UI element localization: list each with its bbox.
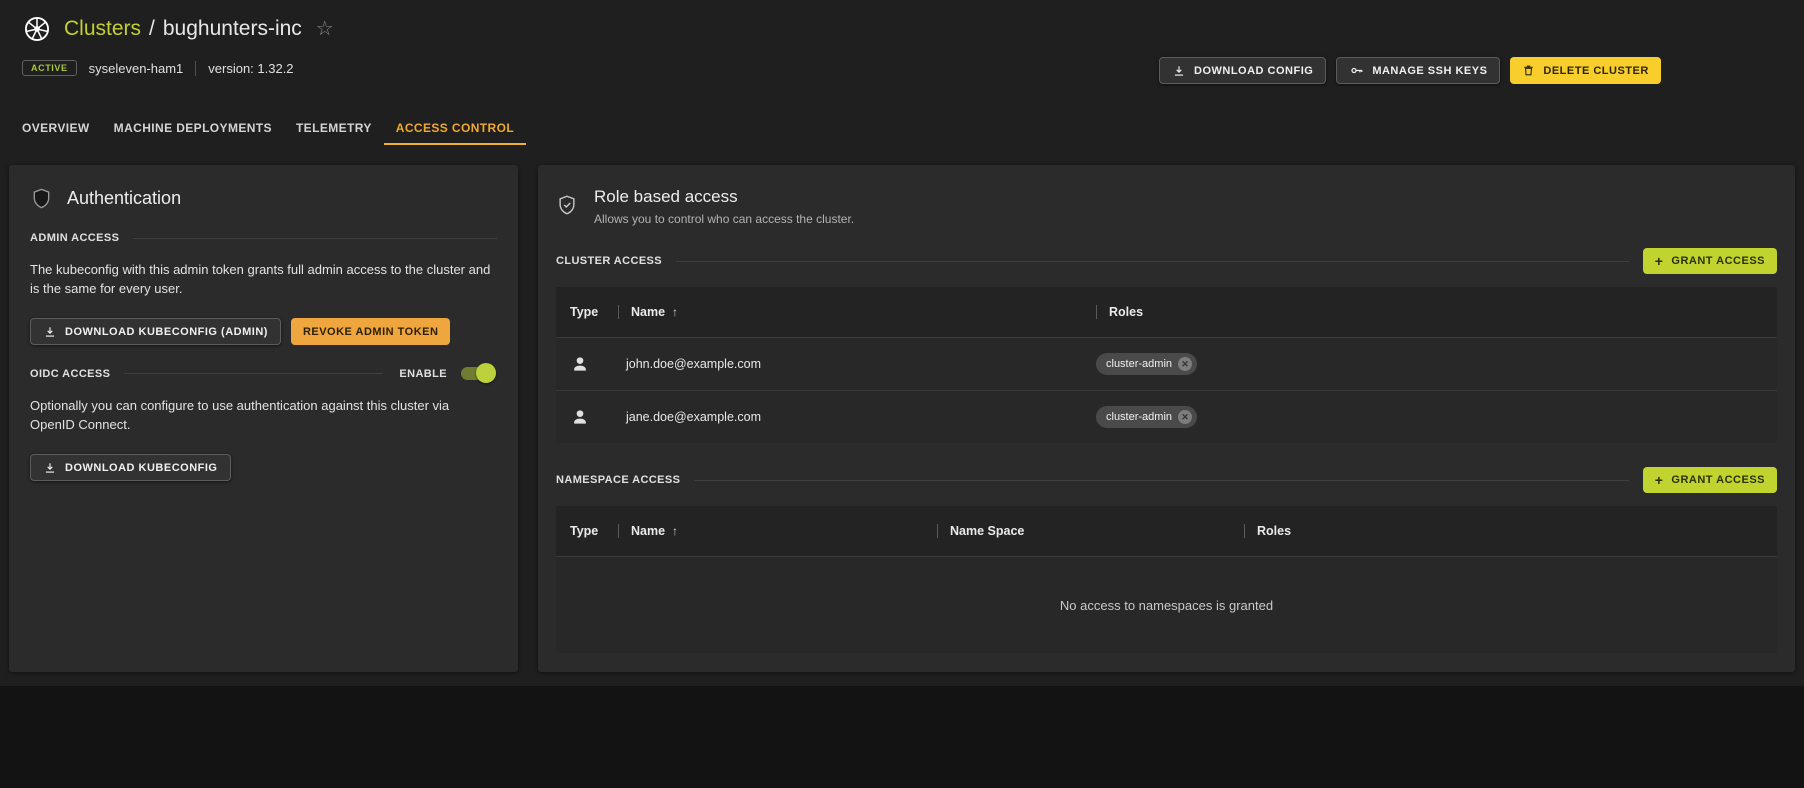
rbac-shield-icon (556, 194, 578, 216)
grant-namespace-access-button[interactable]: + GRANT ACCESS (1642, 467, 1777, 493)
cluster-name: bughunters-inc (162, 17, 302, 40)
column-header-namespace: Name Space (937, 524, 1244, 538)
namespace-access-table: Type Name ↑ Name Space Roles No access t… (556, 506, 1777, 653)
column-divider (1096, 305, 1097, 319)
breadcrumb: Clusters / bughunters-inc (64, 17, 302, 41)
oidc-enable-toggle[interactable] (461, 363, 496, 383)
user-icon (570, 354, 590, 374)
grant-cluster-access-button[interactable]: + GRANT ACCESS (1642, 248, 1777, 274)
download-config-label: DOWNLOAD CONFIG (1194, 64, 1314, 77)
column-header-name-label: Name (631, 305, 666, 319)
role-chip-label: cluster-admin (1106, 358, 1173, 370)
download-config-button[interactable]: DOWNLOAD CONFIG (1159, 57, 1327, 84)
column-divider (618, 524, 619, 538)
access-user-name: jane.doe@example.com (626, 410, 761, 424)
tab-bar: OVERVIEW MACHINE DEPLOYMENTS TELEMETRY A… (10, 112, 527, 145)
delete-cluster-label: DELETE CLUSTER (1543, 64, 1649, 77)
authentication-title: Authentication (67, 188, 182, 208)
delete-cluster-button[interactable]: DELETE CLUSTER (1510, 57, 1661, 84)
rbac-subtitle: Allows you to control who can access the… (594, 212, 855, 226)
breadcrumb-clusters-link[interactable]: Clusters (64, 17, 141, 41)
manage-ssh-keys-button[interactable]: MANAGE SSH KEYS (1336, 57, 1501, 84)
section-divider (133, 237, 497, 239)
download-icon (1172, 64, 1186, 78)
header-actions: DOWNLOAD CONFIG MANAGE SSH KEYS DELETE C… (1159, 57, 1661, 84)
tab-access-control[interactable]: ACCESS CONTROL (383, 112, 527, 145)
tab-machine-deployments[interactable]: MACHINE DEPLOYMENTS (102, 112, 284, 145)
column-header-type: Type (570, 305, 599, 319)
role-based-access-panel: Role based access Allows you to control … (538, 165, 1795, 672)
column-divider (1244, 524, 1245, 538)
remove-role-icon[interactable]: ✕ (1178, 410, 1193, 424)
authentication-panel: Authentication ADMIN ACCESS The kubeconf… (9, 165, 518, 672)
section-divider (124, 373, 384, 374)
column-header-roles: Roles (1244, 524, 1777, 538)
column-header-name[interactable]: Name ↑ (618, 305, 1096, 319)
download-icon (43, 325, 57, 339)
authentication-shield-icon (30, 187, 53, 210)
breadcrumb-separator: / (149, 17, 155, 40)
namespace-access-label: NAMESPACE ACCESS (556, 474, 681, 486)
column-header-namespace-label: Name Space (950, 524, 1025, 538)
column-header-type: Type (570, 524, 599, 538)
page-header: Clusters / bughunters-inc ☆ ACTIVE sysel… (22, 14, 334, 76)
column-header-roles-label: Roles (1257, 524, 1292, 538)
role-chip-label: cluster-admin (1106, 411, 1173, 423)
oidc-access-description: Optionally you can configure to use auth… (30, 398, 450, 432)
section-divider (694, 479, 1629, 481)
oidc-access-label: OIDC ACCESS (30, 367, 111, 380)
download-kubeconfig-admin-button[interactable]: DOWNLOAD KUBECONFIG (ADMIN) (30, 318, 281, 345)
table-header-row: Type Name ↑ Name Space Roles (556, 506, 1777, 556)
key-icon (1349, 63, 1364, 78)
cluster-access-table: Type Name ↑ Roles john.doe@example.com c… (556, 287, 1777, 443)
revoke-admin-token-label: REVOKE ADMIN TOKEN (302, 325, 439, 338)
user-icon (570, 407, 590, 427)
download-icon (43, 461, 57, 475)
table-row: jane.doe@example.com cluster-admin ✕ (556, 390, 1777, 443)
section-divider (676, 260, 1629, 262)
kubernetes-logo-icon (22, 14, 52, 44)
download-kubeconfig-admin-label: DOWNLOAD KUBECONFIG (ADMIN) (65, 325, 268, 338)
tab-telemetry[interactable]: TELEMETRY (284, 112, 384, 145)
version-label: version: 1.32.2 (208, 60, 294, 76)
rbac-title: Role based access (594, 187, 738, 206)
role-chip: cluster-admin ✕ (1096, 406, 1198, 428)
oidc-enable-label: ENABLE (399, 367, 447, 380)
table-header-row: Type Name ↑ Roles (556, 287, 1777, 337)
plus-icon: + (1654, 253, 1664, 269)
admin-access-label: ADMIN ACCESS (30, 232, 120, 244)
column-header-roles: Roles (1096, 305, 1777, 319)
access-user-name: john.doe@example.com (626, 357, 761, 371)
download-kubeconfig-label: DOWNLOAD KUBECONFIG (65, 461, 218, 474)
grant-cluster-access-label: GRANT ACCESS (1671, 255, 1765, 267)
favorite-star-icon[interactable]: ☆ (316, 19, 334, 39)
admin-access-description: The kubeconfig with this admin token gra… (30, 262, 491, 296)
datacenter-label: syseleven-ham1 (88, 60, 184, 76)
column-divider (937, 524, 938, 538)
trash-icon (1522, 64, 1535, 77)
grant-namespace-access-label: GRANT ACCESS (1671, 474, 1765, 486)
cluster-access-label: CLUSTER ACCESS (556, 255, 663, 267)
column-header-roles-label: Roles (1109, 305, 1144, 319)
plus-icon: + (1654, 472, 1664, 488)
column-divider (618, 305, 619, 319)
manage-ssh-keys-label: MANAGE SSH KEYS (1372, 64, 1488, 77)
table-row: john.doe@example.com cluster-admin ✕ (556, 337, 1777, 390)
namespace-access-empty-state: No access to namespaces is granted (556, 556, 1777, 653)
tab-overview[interactable]: OVERVIEW (10, 112, 102, 145)
meta-divider (195, 60, 197, 76)
download-kubeconfig-button[interactable]: DOWNLOAD KUBECONFIG (30, 454, 231, 481)
column-header-name-label: Name (631, 524, 666, 538)
toggle-knob (476, 363, 496, 383)
remove-role-icon[interactable]: ✕ (1178, 357, 1193, 371)
column-header-name[interactable]: Name ↑ (618, 524, 937, 538)
sort-ascending-icon: ↑ (672, 305, 679, 319)
revoke-admin-token-button[interactable]: REVOKE ADMIN TOKEN (290, 318, 451, 345)
status-badge: ACTIVE (22, 60, 77, 76)
role-chip: cluster-admin ✕ (1096, 353, 1198, 375)
sort-ascending-icon: ↑ (672, 524, 679, 538)
